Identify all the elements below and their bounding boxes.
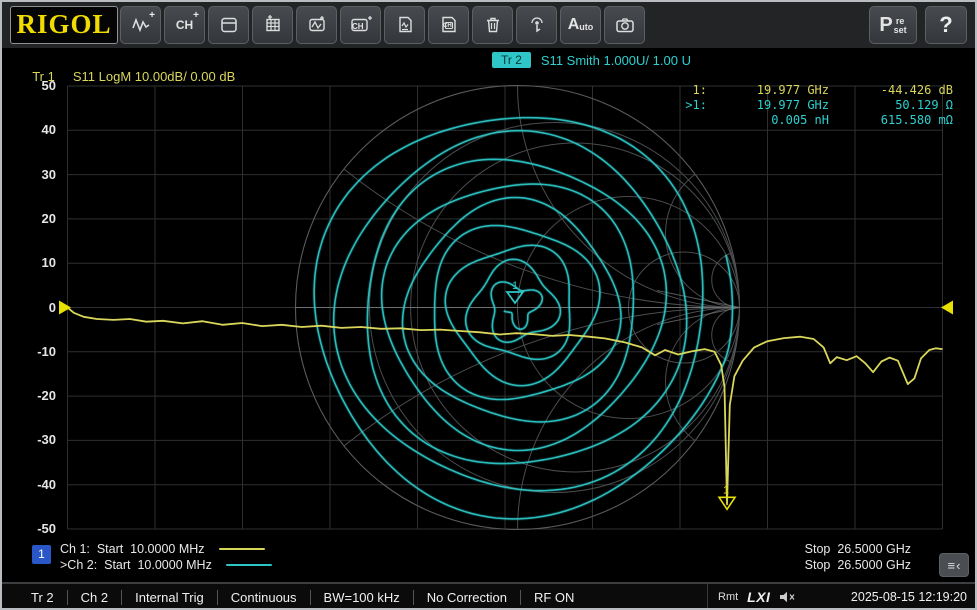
datetime: 2025-08-15 12:19:20 bbox=[851, 590, 967, 604]
display-window-button[interactable] bbox=[208, 6, 249, 44]
add-channel-button[interactable]: CH + bbox=[164, 6, 205, 44]
status-items: Tr 2 Ch 2 Internal Trig Continuous BW=10… bbox=[2, 590, 587, 605]
help-button[interactable]: ? bbox=[925, 6, 967, 44]
channel2-info: >Ch 2: Start 10.0000 MHz bbox=[60, 558, 272, 572]
menu-collapse-button[interactable]: ≡ ‹ bbox=[939, 553, 969, 577]
mute-icon bbox=[779, 590, 796, 604]
trace1-swatch bbox=[219, 548, 265, 550]
lxi-logo: LXI bbox=[747, 589, 770, 605]
trace-file-button[interactable] bbox=[384, 6, 425, 44]
marker-row-impedance: 0.005 nH 615.580 mΩ bbox=[673, 113, 953, 128]
waveform-add-icon bbox=[131, 15, 151, 35]
window-icon bbox=[219, 15, 239, 35]
y-tick: 0 bbox=[14, 300, 56, 316]
channel1-stop: Stop 26.5000 GHz bbox=[805, 542, 911, 556]
add-trace-button[interactable]: + bbox=[120, 6, 161, 44]
svg-text:1: 1 bbox=[723, 484, 729, 496]
screenshot-button[interactable] bbox=[604, 6, 645, 44]
y-tick: -20 bbox=[14, 388, 56, 404]
auto-scale-button[interactable]: A uto bbox=[560, 6, 601, 44]
toolbar: RIGOL + CH + CH bbox=[2, 2, 975, 50]
status-active-channel[interactable]: Ch 2 bbox=[67, 590, 121, 605]
trash-icon bbox=[483, 15, 503, 35]
svg-text:1: 1 bbox=[512, 280, 518, 292]
toolbar-buttons: + CH + CH CH bbox=[120, 6, 645, 44]
delete-button[interactable] bbox=[472, 6, 513, 44]
table-add-icon bbox=[263, 15, 283, 35]
add-table-button[interactable] bbox=[252, 6, 293, 44]
trace-markers[interactable]: 11 bbox=[59, 280, 953, 509]
status-correction[interactable]: No Correction bbox=[413, 590, 520, 605]
vna-screen: 11 RIGOL + CH + CH bbox=[0, 0, 977, 610]
marker-row-trace1: 1: 19.977 GHz -44.426 dB bbox=[673, 83, 953, 98]
trace2-info[interactable]: Tr 2 S11 Smith 1.000U/ 1.00 U bbox=[492, 52, 691, 68]
remote-indicator: Rmt bbox=[718, 591, 738, 603]
status-trigger[interactable]: Internal Trig bbox=[121, 590, 217, 605]
y-tick: 10 bbox=[14, 255, 56, 271]
status-sweep-mode[interactable]: Continuous bbox=[217, 590, 310, 605]
marker-readout: 1: 19.977 GHz -44.426 dB >1: 19.977 GHz … bbox=[673, 83, 953, 128]
y-tick: 20 bbox=[14, 211, 56, 227]
window-number-badge: 1 bbox=[32, 545, 51, 564]
doc-trace-icon bbox=[395, 15, 415, 35]
y-tick: 30 bbox=[14, 167, 56, 183]
channel-file-button[interactable]: CH bbox=[428, 6, 469, 44]
channel2-stop: Stop 26.5000 GHz bbox=[805, 558, 911, 572]
y-tick: -40 bbox=[14, 477, 56, 493]
y-tick: -10 bbox=[14, 344, 56, 360]
trace2-swatch bbox=[226, 564, 272, 566]
status-active-trace[interactable]: Tr 2 bbox=[18, 590, 67, 605]
add-graph-button[interactable] bbox=[296, 6, 337, 44]
status-rf[interactable]: RF ON bbox=[520, 590, 587, 605]
y-tick: -30 bbox=[14, 432, 56, 448]
preset-button[interactable]: P re set bbox=[869, 6, 917, 44]
touch-button[interactable] bbox=[516, 6, 557, 44]
trace2-badge: Tr 2 bbox=[492, 52, 531, 68]
rigol-logo: RIGOL bbox=[10, 6, 118, 44]
touch-icon bbox=[527, 15, 547, 35]
add-channel-window-button[interactable]: CH bbox=[340, 6, 381, 44]
channel1-info: Ch 1: Start 10.0000 MHz bbox=[60, 542, 265, 556]
menu-lines-icon: ≡ bbox=[948, 558, 956, 573]
trace1-detail: S11 LogM 10.00dB/ 0.00 dB bbox=[73, 69, 235, 84]
chevron-left-icon: ‹ bbox=[956, 558, 960, 573]
marker-row-trace2: >1: 19.977 GHz 50.129 Ω bbox=[673, 98, 953, 113]
status-bandwidth[interactable]: BW=100 kHz bbox=[310, 590, 413, 605]
trace2-detail: S11 Smith 1.000U/ 1.00 U bbox=[541, 53, 691, 68]
graph-add-icon bbox=[307, 15, 327, 35]
camera-icon bbox=[614, 15, 636, 35]
status-bar: Tr 2 Ch 2 Internal Trig Continuous BW=10… bbox=[2, 582, 975, 610]
y-tick: 50 bbox=[14, 78, 56, 94]
y-tick: 40 bbox=[14, 122, 56, 138]
system-status: Rmt LXI 2025-08-15 12:19:20 bbox=[707, 584, 975, 610]
y-tick: -50 bbox=[14, 521, 56, 537]
